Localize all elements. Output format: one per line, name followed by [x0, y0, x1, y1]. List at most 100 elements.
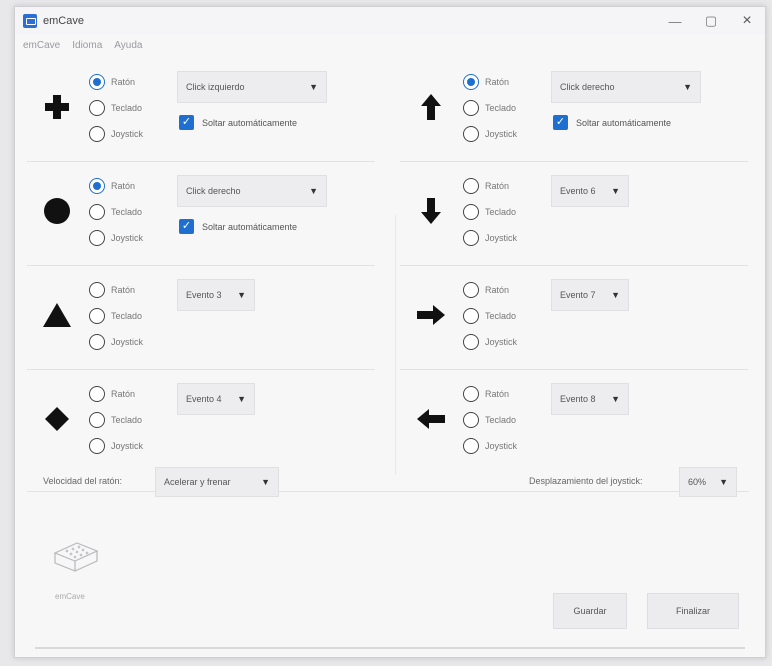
- radio-button[interactable]: [463, 178, 479, 194]
- auto-release-checkbox[interactable]: ✓ Soltar automáticamente: [553, 115, 671, 130]
- event-cell-arrow-down: Ratón Teclado Joystick Evento 6 ▼: [401, 163, 749, 261]
- radio-option-teclado[interactable]: Teclado: [463, 407, 517, 433]
- radio-option-joystick[interactable]: Joystick: [463, 329, 517, 355]
- event-action-select[interactable]: Evento 6 ▼: [551, 175, 629, 207]
- arrow-up-icon: [413, 89, 449, 125]
- save-button[interactable]: Guardar: [553, 593, 627, 629]
- radio-option-ratón[interactable]: Ratón: [463, 69, 517, 95]
- title-bar: emCave — ▢ ×: [15, 7, 765, 35]
- radio-button[interactable]: [463, 282, 479, 298]
- auto-release-checkbox[interactable]: ✓ Soltar automáticamente: [179, 219, 297, 234]
- event-cell-arrow-left: Ratón Teclado Joystick Evento 8 ▼: [401, 371, 749, 469]
- event-action-select[interactable]: Evento 3 ▼: [177, 279, 255, 311]
- radio-button[interactable]: [89, 230, 105, 246]
- radio-option-ratón[interactable]: Ratón: [89, 381, 143, 407]
- radio-button[interactable]: [89, 438, 105, 454]
- radio-label: Teclado: [485, 311, 517, 321]
- arrow-left-icon: [413, 401, 449, 437]
- event-action-select[interactable]: Click derecho ▼: [551, 71, 701, 103]
- event-action-select[interactable]: Click izquierdo ▼: [177, 71, 327, 103]
- radio-label: Teclado: [111, 207, 143, 217]
- radio-button[interactable]: [463, 438, 479, 454]
- radio-label: Teclado: [485, 207, 517, 217]
- event-action-select[interactable]: Click derecho ▼: [177, 175, 327, 207]
- radio-option-teclado[interactable]: Teclado: [89, 407, 143, 433]
- radio-button[interactable]: [89, 412, 105, 428]
- radio-button[interactable]: [89, 334, 105, 350]
- radio-button[interactable]: [463, 386, 479, 402]
- radio-button[interactable]: [463, 100, 479, 116]
- select-value: Click derecho: [560, 82, 615, 92]
- input-type-radio-group: Ratón Teclado Joystick: [89, 277, 143, 355]
- radio-label: Joystick: [111, 233, 144, 243]
- radio-option-ratón[interactable]: Ratón: [463, 277, 517, 303]
- radio-option-teclado[interactable]: Teclado: [89, 199, 143, 225]
- radio-option-joystick[interactable]: Joystick: [463, 433, 517, 459]
- radio-label: Joystick: [111, 129, 144, 139]
- row-separator: [27, 161, 375, 162]
- row-separator: [27, 369, 375, 370]
- checkmark-icon[interactable]: ✓: [179, 219, 194, 234]
- event-action-select[interactable]: Evento 4 ▼: [177, 383, 255, 415]
- radio-option-ratón[interactable]: Ratón: [463, 381, 517, 407]
- radio-option-ratón[interactable]: Ratón: [89, 173, 143, 199]
- checkmark-icon[interactable]: ✓: [553, 115, 568, 130]
- radio-button[interactable]: [463, 230, 479, 246]
- maximize-button[interactable]: ▢: [693, 7, 729, 35]
- chevron-down-icon: ▼: [309, 186, 318, 196]
- finish-button[interactable]: Finalizar: [647, 593, 739, 629]
- minimize-button[interactable]: —: [657, 7, 693, 35]
- close-button[interactable]: ×: [729, 7, 765, 35]
- radio-button[interactable]: [463, 126, 479, 142]
- speed-select-value: Acelerar y frenar: [164, 477, 231, 487]
- radio-label: Ratón: [485, 181, 510, 191]
- arrow-down-icon: [413, 193, 449, 229]
- radio-button[interactable]: [89, 74, 105, 90]
- menu-ayuda[interactable]: Ayuda: [114, 40, 142, 51]
- radio-button[interactable]: [89, 100, 105, 116]
- radio-button[interactable]: [89, 204, 105, 220]
- event-action-select[interactable]: Evento 8 ▼: [551, 383, 629, 415]
- radio-button[interactable]: [89, 282, 105, 298]
- radio-label: Teclado: [485, 415, 517, 425]
- radio-option-joystick[interactable]: Joystick: [89, 329, 143, 355]
- radio-option-ratón[interactable]: Ratón: [89, 69, 143, 95]
- radio-option-joystick[interactable]: Joystick: [463, 121, 517, 147]
- radio-button[interactable]: [89, 308, 105, 324]
- radio-button[interactable]: [89, 126, 105, 142]
- radio-button[interactable]: [463, 74, 479, 90]
- radio-option-joystick[interactable]: Joystick: [89, 433, 143, 459]
- radio-option-teclado[interactable]: Teclado: [89, 303, 143, 329]
- radio-label: Joystick: [485, 441, 518, 451]
- radio-label: Ratón: [111, 77, 136, 87]
- radio-option-teclado[interactable]: Teclado: [463, 303, 517, 329]
- chevron-down-icon: ▼: [237, 394, 246, 404]
- radio-option-joystick[interactable]: Joystick: [463, 225, 517, 251]
- radio-button[interactable]: [463, 204, 479, 220]
- radio-option-joystick[interactable]: Joystick: [89, 121, 143, 147]
- radio-label: Teclado: [111, 415, 143, 425]
- event-action-select[interactable]: Evento 7 ▼: [551, 279, 629, 311]
- chevron-down-icon: ▼: [611, 394, 620, 404]
- menu-emcave[interactable]: emCave: [23, 40, 60, 51]
- radio-option-teclado[interactable]: Teclado: [89, 95, 143, 121]
- checkmark-icon[interactable]: ✓: [179, 115, 194, 130]
- radio-option-teclado[interactable]: Teclado: [463, 199, 517, 225]
- radio-button[interactable]: [89, 386, 105, 402]
- menu-bar: emCave Idioma Ayuda: [15, 35, 765, 55]
- input-type-radio-group: Ratón Teclado Joystick: [89, 173, 143, 251]
- radio-button[interactable]: [463, 412, 479, 428]
- speed-select[interactable]: Acelerar y frenar ▼: [155, 467, 279, 497]
- radio-option-ratón[interactable]: Ratón: [89, 277, 143, 303]
- radio-label: Joystick: [485, 337, 518, 347]
- auto-release-checkbox[interactable]: ✓ Soltar automáticamente: [179, 115, 297, 130]
- radio-option-ratón[interactable]: Ratón: [463, 173, 517, 199]
- radio-button[interactable]: [463, 334, 479, 350]
- radio-option-teclado[interactable]: Teclado: [463, 95, 517, 121]
- chevron-down-icon: ▼: [611, 186, 620, 196]
- radio-option-joystick[interactable]: Joystick: [89, 225, 143, 251]
- radio-button[interactable]: [463, 308, 479, 324]
- menu-idioma[interactable]: Idioma: [72, 40, 102, 51]
- radio-button[interactable]: [89, 178, 105, 194]
- joystick-select[interactable]: 60% ▼: [679, 467, 737, 497]
